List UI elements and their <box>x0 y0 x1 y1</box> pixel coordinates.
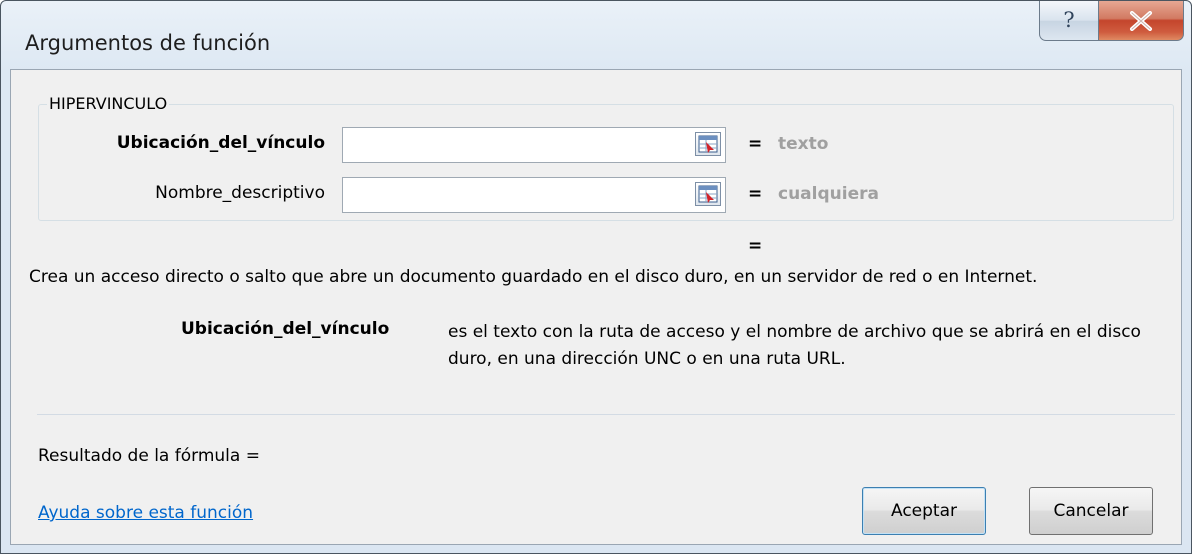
argument-input-nombre[interactable] <box>342 177 726 213</box>
range-collapse-icon <box>698 185 718 203</box>
argument-type-nombre: cualquiera <box>778 184 879 204</box>
argument-type-ubicacion: texto <box>778 134 829 154</box>
function-result-equals: = <box>748 236 763 256</box>
argument-description-name: Ubicación_del_vínculo <box>181 319 390 339</box>
argument-label-nombre: Nombre_descriptivo <box>155 183 325 203</box>
argument-description-text: es el texto con la ruta de acceso y el n… <box>448 322 1141 369</box>
ubicacion-text-field[interactable] <box>343 128 685 160</box>
help-link[interactable]: Ayuda sobre esta función <box>38 503 253 523</box>
argument-equals-1: = <box>748 134 763 154</box>
ok-button[interactable]: Aceptar <box>862 487 986 535</box>
close-x-icon <box>1130 10 1152 31</box>
divider <box>37 414 1175 415</box>
function-group-box: HIPERVINCULO Ubicación_del_vínculo = tex <box>38 94 1174 221</box>
collapse-dialog-button[interactable] <box>695 132 721 156</box>
question-mark-icon: ? <box>1063 8 1075 32</box>
dialog-title: Argumentos de función <box>25 31 271 55</box>
argument-equals-2: = <box>748 184 763 204</box>
argument-label-ubicacion: Ubicación_del_vínculo <box>116 133 325 153</box>
cancel-button[interactable]: Cancelar <box>1029 487 1153 535</box>
function-description: Crea un acceso directo o salto que abre … <box>29 267 1038 287</box>
dialog-body: HIPERVINCULO Ubicación_del_vínculo = tex <box>10 69 1182 545</box>
argument-input-ubicacion[interactable] <box>342 127 726 163</box>
function-arguments-dialog: Argumentos de función ? HIPERVINCULO Ubi… <box>0 0 1192 554</box>
function-name: HIPERVINCULO <box>47 94 170 113</box>
help-button[interactable]: ? <box>1039 1 1099 41</box>
formula-result: Resultado de la fórmula = <box>38 446 260 466</box>
range-collapse-icon <box>698 135 718 153</box>
title-bar[interactable]: Argumentos de función ? <box>1 1 1191 69</box>
close-button[interactable] <box>1098 1 1184 41</box>
collapse-dialog-button[interactable] <box>695 182 721 206</box>
nombre-text-field[interactable] <box>343 178 685 210</box>
